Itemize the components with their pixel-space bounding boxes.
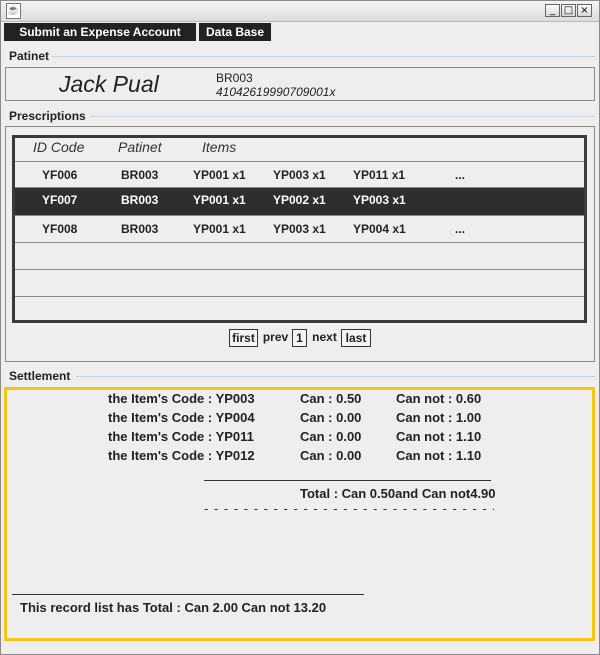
maximize-button[interactable]: □ (561, 4, 576, 17)
current-page-indicator[interactable]: 1 (292, 329, 307, 347)
settlement-item-can: Can : 0.00 (300, 448, 362, 463)
cell-item: YP003 x1 (273, 168, 326, 182)
first-page-button[interactable]: first (229, 329, 258, 347)
data-base-button[interactable]: Data Base (199, 23, 271, 41)
title-bar[interactable] (1, 1, 599, 22)
settlement-section-divider (76, 376, 595, 377)
dashed-separator: - - - - - - - - - - - - - - - - - - - - … (204, 501, 494, 516)
cell-patient: BR003 (121, 193, 159, 207)
prescriptions-section-title: Prescriptions (9, 109, 86, 123)
column-header-items[interactable]: Items (202, 139, 236, 155)
settlement-item-can: Can : 0.00 (300, 429, 362, 444)
column-header-patient[interactable]: Patinet (118, 139, 162, 155)
record-total-separator-line (12, 594, 364, 595)
prescriptions-section-divider (90, 116, 595, 117)
table-row[interactable]: YF008 BR003 YP001 x1 YP003 x1 YP004 x1 .… (15, 215, 584, 241)
cell-patient: BR003 (121, 168, 159, 182)
cell-id-code: YF007 (42, 193, 78, 207)
cell-id-code: YF006 (42, 168, 78, 182)
cell-item: YP011 x1 (353, 168, 406, 182)
settlement-section-title: Settlement (9, 369, 71, 383)
patient-card-number: 41042619990709001x (216, 85, 336, 99)
table-row-empty[interactable] (15, 296, 584, 320)
settlement-item-can-not: Can not : 0.60 (396, 391, 482, 406)
settlement-item-can: Can : 0.00 (300, 410, 362, 425)
cell-item: YP001 x1 (193, 193, 246, 207)
table-row-empty[interactable] (15, 269, 584, 295)
settlement-item-can: Can : 0.50 (300, 391, 362, 406)
cell-more-items: ... (455, 168, 466, 182)
cell-item: YP001 x1 (193, 222, 246, 236)
patient-section-divider (52, 56, 595, 57)
cell-patient: BR003 (121, 222, 159, 236)
settlement-item-code: the Item's Code : YP011 (108, 429, 254, 444)
settlement-item-can-not: Can not : 1.10 (396, 448, 482, 463)
close-button[interactable]: × (577, 4, 592, 17)
prev-page-button[interactable]: prev (261, 329, 290, 347)
java-cup-icon: ☕ (6, 3, 21, 19)
patient-section-title: Patinet (9, 49, 50, 63)
cell-item: YP003 x1 (353, 193, 406, 207)
settlement-item-code: the Item's Code : YP012 (108, 448, 255, 463)
record-list-total: This record list has Total : Can 2.00 Ca… (20, 600, 327, 615)
settlement-item-code: the Item's Code : YP003 (108, 391, 255, 406)
settlement-total: Total : Can 0.50and Can not4.90 (300, 486, 496, 501)
table-row[interactable]: YF006 BR003 YP001 x1 YP003 x1 YP011 x1 .… (15, 161, 584, 187)
cell-item: YP001 x1 (193, 168, 246, 182)
cell-more-items: ... (455, 222, 466, 236)
settlement-item-code: the Item's Code : YP004 (108, 410, 255, 425)
cell-item: YP003 x1 (273, 222, 326, 236)
table-row-selected[interactable]: YF007 BR003 YP001 x1 YP002 x1 YP003 x1 (15, 187, 584, 215)
settlement-item-can-not: Can not : 1.00 (396, 410, 482, 425)
cell-item: YP004 x1 (353, 222, 406, 236)
table-row-empty[interactable] (15, 242, 584, 268)
last-page-button[interactable]: last (341, 329, 371, 347)
submit-expense-account-button[interactable]: Submit an Expense Account (4, 23, 196, 41)
patient-id: BR003 (216, 71, 253, 85)
column-header-id-code[interactable]: ID Code (33, 139, 84, 155)
patient-name: Jack Pual (59, 71, 159, 97)
cell-item: YP002 x1 (273, 193, 326, 207)
settlement-item-can-not: Can not : 1.10 (396, 429, 482, 444)
total-separator-line (204, 480, 491, 481)
next-page-button[interactable]: next (310, 329, 339, 347)
minimize-button[interactable]: _ (545, 4, 560, 17)
cell-id-code: YF008 (42, 222, 78, 236)
